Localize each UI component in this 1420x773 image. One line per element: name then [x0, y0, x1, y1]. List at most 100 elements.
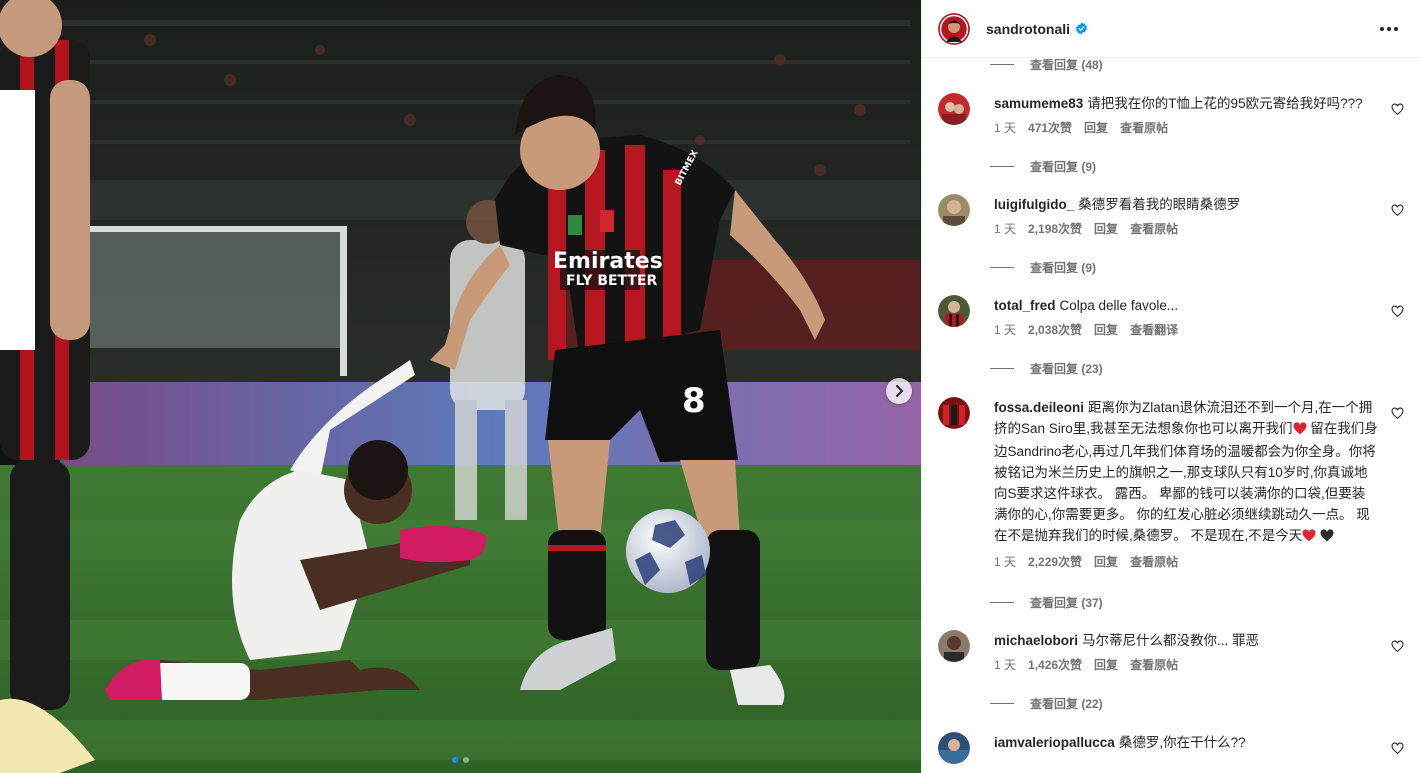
comment-item: luigifulgido_ 桑德罗看着我的眼睛桑德罗 1 天 2,198次赞 回复… — [938, 194, 1404, 237]
view-replies-button[interactable]: 查看回复 (37) — [990, 594, 1103, 611]
comment-like-button[interactable] — [1391, 103, 1404, 119]
comment-author[interactable]: total_fred — [994, 298, 1056, 313]
comment-item: total_fred Colpa delle favole... 1 天 2,03… — [938, 295, 1404, 338]
comment-text-block: samumeme83 请把我在你的T恤上花的95欧元寄给我好吗??? — [994, 93, 1378, 114]
comment-meta: 1 天 2,038次赞 回复 查看翻译 — [994, 321, 1404, 338]
comment-text-block: luigifulgido_ 桑德罗看着我的眼睛桑德罗 — [994, 194, 1378, 215]
comment-item: fossa.deileoni 距离你为Zlatan退休流泪还不到一个月,在一个拥挤… — [938, 397, 1404, 570]
comment-author[interactable]: fossa.deileoni — [994, 400, 1084, 415]
replies-line — [990, 267, 1014, 268]
heart-outline-icon — [1391, 103, 1404, 116]
commenter-avatar[interactable] — [938, 93, 970, 125]
comment-like-button[interactable] — [1391, 407, 1404, 423]
carousel-dot-2 — [463, 757, 469, 763]
author-avatar[interactable] — [938, 12, 970, 45]
post-panel: sandrotonali 查看回复 (48) samumeme83 请把我在你的… — [921, 0, 1420, 773]
comment-time[interactable]: 1 天 — [994, 220, 1016, 237]
view-replies-label: 查看回复 (37) — [1030, 596, 1103, 610]
jersey-sponsor-top: Emirates — [553, 249, 663, 274]
replies-line — [990, 602, 1014, 603]
commenter-avatar[interactable] — [938, 194, 970, 226]
comment-see-original-button[interactable]: 查看原帖 — [1130, 553, 1178, 570]
comment-likes[interactable]: 1,426次赞 — [1028, 656, 1082, 673]
comment-meta: 1 天 2,229次赞 回复 查看原帖 — [994, 553, 1404, 570]
commenter-avatar-image — [938, 630, 970, 662]
author-avatar-image — [938, 12, 970, 45]
comment-text: Colpa delle favole... — [1059, 298, 1179, 313]
black-heart-icon — [1320, 527, 1334, 548]
carousel-indicator — [452, 757, 469, 763]
carousel-next-button[interactable] — [886, 378, 912, 404]
comment-text-block: fossa.deileoni 距离你为Zlatan退休流泪还不到一个月,在一个拥挤… — [994, 397, 1378, 548]
comment-time[interactable]: 1 天 — [994, 656, 1016, 673]
view-replies-button[interactable]: 查看回复 (22) — [990, 695, 1103, 712]
commenter-avatar[interactable] — [938, 732, 970, 764]
view-replies-button[interactable]: 查看回复 (9) — [990, 259, 1096, 276]
more-dot — [1387, 26, 1391, 31]
commenter-avatar[interactable] — [938, 630, 970, 662]
comment-meta: 1 天 471次赞 回复 查看原帖 — [994, 119, 1404, 136]
commenter-avatar-image — [938, 732, 970, 764]
commenter-avatar-image — [938, 93, 970, 125]
view-replies-label: 查看回复 (9) — [1030, 160, 1097, 174]
post-photo[interactable]: Emirates FLY BETTER BITMEX 8 — [0, 0, 921, 773]
comment-see-original-button[interactable]: 查看原帖 — [1130, 656, 1178, 673]
comment-meta: 1 天 1,426次赞 回复 查看原帖 — [994, 656, 1404, 673]
heart-outline-icon — [1391, 305, 1404, 318]
comment-like-button[interactable] — [1391, 640, 1404, 656]
author-username[interactable]: sandrotonali — [986, 21, 1070, 37]
comment-reply-button[interactable]: 回复 — [1094, 321, 1118, 338]
view-replies-label: 查看回复 (23) — [1030, 362, 1103, 376]
comment-time[interactable]: 1 天 — [994, 553, 1016, 570]
comment-likes[interactable]: 2,229次赞 — [1028, 553, 1082, 570]
comment-see-original-button[interactable]: 查看原帖 — [1130, 220, 1178, 237]
comment-reply-button[interactable]: 回复 — [1094, 656, 1118, 673]
chevron-right-icon — [896, 385, 904, 397]
more-options-button[interactable] — [1374, 21, 1404, 37]
view-replies-label: 查看回复 (9) — [1030, 261, 1097, 275]
comment-text: 桑德罗,你在干什么?? — [1118, 735, 1246, 750]
verified-badge-icon — [1075, 22, 1088, 35]
replies-line — [990, 63, 1014, 65]
view-replies-button[interactable]: 查看回复 (9) — [990, 158, 1096, 175]
comment-author[interactable]: luigifulgido_ — [994, 197, 1074, 212]
view-replies-label: 查看回复 (22) — [1030, 697, 1103, 711]
view-replies-button[interactable]: 查看回复 (48) — [990, 59, 1103, 72]
comment-like-button[interactable] — [1391, 204, 1404, 220]
heart-outline-icon — [1391, 742, 1404, 755]
comment-text: 马尔蒂尼什么都没教你... 罪恶 — [1082, 633, 1260, 648]
comment-see-original-button[interactable]: 查看原帖 — [1120, 119, 1168, 136]
red-heart-icon — [1302, 527, 1316, 548]
commenter-avatar[interactable] — [938, 397, 970, 429]
comment-likes[interactable]: 2,038次赞 — [1028, 321, 1082, 338]
comment-meta: 1 天 2,198次赞 回复 查看原帖 — [994, 220, 1404, 237]
post-header: sandrotonali — [922, 0, 1420, 58]
comment-author[interactable]: iamvaleriopallucca — [994, 735, 1115, 750]
comment-likes[interactable]: 2,198次赞 — [1028, 220, 1082, 237]
jersey-sponsor-bottom: FLY BETTER — [566, 273, 658, 289]
comment-like-button[interactable] — [1391, 742, 1404, 758]
comment-see-translation-button[interactable]: 查看翻译 — [1130, 321, 1178, 338]
comment-author[interactable]: michaelobori — [994, 633, 1078, 648]
comment-reply-button[interactable]: 回复 — [1094, 220, 1118, 237]
comment-time[interactable]: 1 天 — [994, 321, 1016, 338]
football-match-photo: Emirates FLY BETTER BITMEX 8 — [0, 0, 921, 773]
comment-likes[interactable]: 471次赞 — [1028, 119, 1072, 136]
comment-reply-button[interactable]: 回复 — [1094, 553, 1118, 570]
comment-author[interactable]: samumeme83 — [994, 96, 1083, 111]
red-heart-icon — [1293, 420, 1307, 441]
carousel-dot-1 — [452, 757, 458, 763]
comment-time[interactable]: 1 天 — [994, 119, 1016, 136]
commenter-avatar-image — [938, 397, 970, 429]
commenter-avatar-image — [938, 295, 970, 327]
heart-outline-icon — [1391, 204, 1404, 217]
comment-reply-button[interactable]: 回复 — [1084, 119, 1108, 136]
comment-text: 请把我在你的T恤上花的95欧元寄给我好吗??? — [1087, 96, 1363, 111]
comment-text-block: total_fred Colpa delle favole... — [994, 295, 1378, 316]
comment-like-button[interactable] — [1391, 305, 1404, 321]
comment-text-block: iamvaleriopallucca 桑德罗,你在干什么?? — [994, 732, 1378, 753]
comment-text-part-2: 留在我们身边Sandrino老心,再过几年我们体育场的温暖都会为你全身。你将被铭… — [994, 421, 1378, 543]
view-replies-button[interactable]: 查看回复 (23) — [990, 360, 1103, 377]
view-replies-label: 查看回复 (48) — [1030, 59, 1103, 72]
commenter-avatar[interactable] — [938, 295, 970, 327]
